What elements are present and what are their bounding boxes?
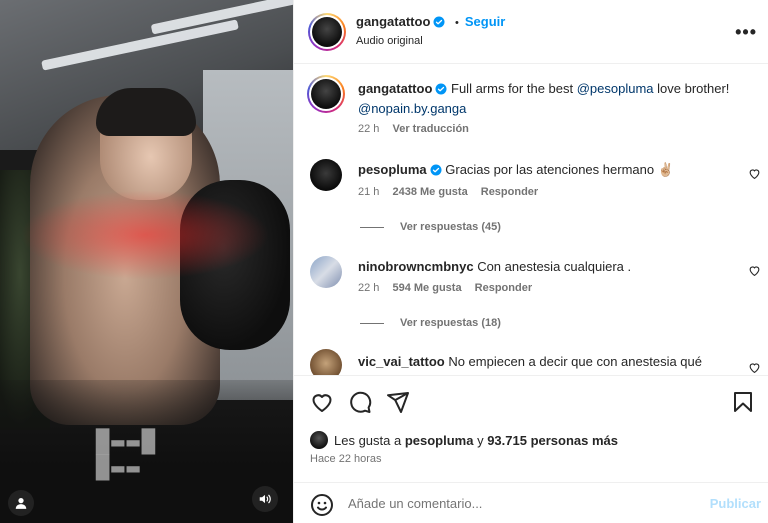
heart-icon [749, 169, 760, 180]
likes-prefix: Les gusta a [334, 432, 402, 448]
more-options-button[interactable]: ••• [735, 22, 757, 43]
comment-likes[interactable]: 594 Me gusta [392, 282, 461, 294]
post-video[interactable]: █▬▬█ █▬▬ [0, 0, 293, 523]
comment-username[interactable]: ninobrowncmbnyc [358, 259, 474, 274]
author-avatar[interactable] [308, 13, 346, 51]
comment-username[interactable]: pesopluma [358, 162, 427, 177]
liker-avatar[interactable] [310, 431, 328, 449]
heart-icon [312, 394, 332, 412]
reply-button[interactable]: Responder [481, 186, 538, 198]
comment-body: Gracias por las atenciones hermano [445, 162, 655, 177]
overlay-line: █▬▬ [96, 456, 142, 481]
comment-button[interactable] [348, 390, 372, 417]
heart-icon [749, 363, 760, 374]
person-hair [96, 88, 196, 136]
caption-username[interactable]: gangatattoo [358, 81, 432, 96]
translate-button[interactable]: Ver traducción [392, 123, 468, 135]
publish-button[interactable]: Publicar [710, 496, 761, 511]
comment-likes[interactable]: 2438 Me gusta [392, 186, 467, 198]
avatar-border [310, 15, 344, 49]
emoji-button[interactable] [310, 493, 334, 520]
likes-count[interactable]: 93.715 personas más [487, 433, 618, 448]
verified-icon [433, 16, 445, 31]
replies-divider [360, 226, 384, 228]
liker-username[interactable]: pesopluma [405, 433, 474, 448]
post-actions: Les gusta a pesopluma y 93.715 personas … [294, 375, 768, 523]
view-replies-label: Ver respuestas (45) [400, 221, 501, 233]
mention-link[interactable]: @nopain.by.ganga [358, 101, 466, 116]
caption-body: Full arms for the best [451, 81, 577, 96]
comment-text: vic_vai_tattoo No empiecen a decir que c… [358, 353, 733, 371]
user-tag-icon [15, 498, 27, 509]
comment-avatar[interactable] [310, 256, 342, 288]
mention-link[interactable]: @pesopluma [577, 81, 654, 96]
user-tag-button[interactable] [8, 490, 34, 516]
separator-dot: • [455, 17, 459, 29]
comment-input[interactable] [348, 496, 688, 511]
save-button[interactable] [731, 390, 755, 417]
caption-time[interactable]: 22 h [358, 123, 379, 135]
post-header: gangatattoo • Seguir Audio original ••• [294, 0, 768, 64]
comment-avatar[interactable] [310, 159, 342, 191]
comment-username[interactable]: vic_vai_tattoo [358, 354, 445, 369]
likes-summary: Les gusta a pesopluma y 93.715 personas … [310, 431, 618, 449]
audio-link[interactable]: Audio original [356, 35, 423, 47]
view-replies-button[interactable]: Ver respuestas (45) [360, 221, 501, 233]
comment-like-button[interactable] [748, 167, 761, 183]
avatar-image [311, 79, 341, 109]
share-button[interactable] [386, 390, 410, 417]
comment-time[interactable]: 22 h [358, 282, 379, 294]
comment-like-button[interactable] [748, 264, 761, 280]
comment-emoji: ✌🏼 [657, 162, 674, 177]
mute-button[interactable] [252, 486, 278, 512]
comment-body: Con anestesia cualquiera . [477, 259, 632, 274]
video-overlay-text: █▬▬█ █▬▬ [96, 430, 157, 482]
post-details-panel: gangatattoo • Seguir Audio original ••• g… [293, 0, 768, 523]
comment-time[interactable]: 21 h [358, 186, 379, 198]
heart-icon [749, 266, 760, 277]
replies-divider [360, 322, 384, 324]
emoji-icon [311, 494, 333, 516]
comment-avatar[interactable] [310, 349, 342, 375]
author-username[interactable]: gangatattoo [356, 14, 430, 29]
caption-meta: 22 h Ver traducción [358, 123, 479, 135]
follow-button[interactable]: Seguir [465, 14, 505, 29]
comment-text: pesopluma Gracias por las atenciones her… [358, 161, 733, 181]
comment-meta: 21 h 2438 Me gusta Responder [358, 186, 548, 198]
verified-icon [430, 163, 442, 181]
comment-body: No empiecen a decir que con anestesia qu… [448, 354, 702, 369]
comment-text: ninobrowncmbnyc Con anestesia cualquiera… [358, 258, 733, 276]
bookmark-icon [734, 392, 752, 412]
view-replies-label: Ver respuestas (18) [400, 317, 501, 329]
comments-list[interactable]: gangatattoo Full arms for the best @peso… [294, 65, 768, 375]
comment-like-button[interactable] [748, 361, 761, 375]
caption-body: love brother! [653, 81, 730, 96]
verified-icon [435, 82, 447, 100]
overlay-line: █▬▬█ [96, 430, 157, 455]
caption-text: gangatattoo Full arms for the best @peso… [358, 80, 733, 118]
comment-meta: 22 h 594 Me gusta Responder [358, 282, 542, 294]
avatar-image [312, 17, 342, 47]
like-button[interactable] [310, 390, 334, 417]
comment-icon [350, 391, 372, 413]
more-icon: ••• [735, 22, 757, 42]
red-light-glow [20, 190, 270, 280]
share-icon [387, 392, 409, 413]
author-line: gangatattoo • Seguir [356, 14, 505, 31]
likes-conjunction: y [473, 432, 488, 448]
post-timestamp[interactable]: Hace 22 horas [310, 453, 382, 465]
speaker-icon [259, 494, 271, 504]
view-replies-button[interactable]: Ver respuestas (18) [360, 317, 501, 329]
reply-button[interactable]: Responder [475, 282, 532, 294]
avatar-border [309, 77, 343, 111]
instagram-post-modal: █▬▬█ █▬▬ gangatattoo • Seguir Audio orig… [0, 0, 768, 523]
caption-avatar[interactable] [307, 75, 345, 113]
add-comment-bar: Publicar [294, 482, 768, 523]
